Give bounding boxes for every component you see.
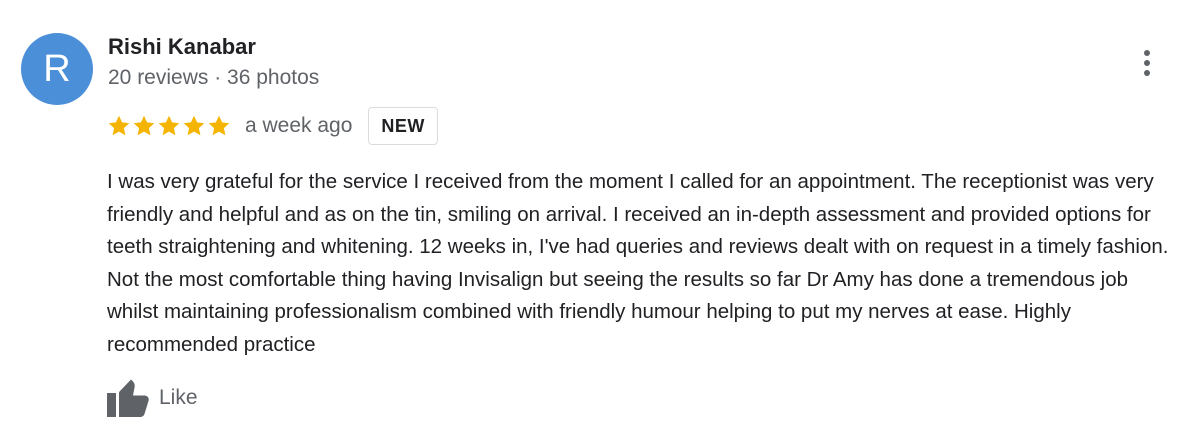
author-name[interactable]: Rishi Kanabar	[108, 34, 256, 60]
like-button[interactable]: Like	[106, 378, 198, 418]
more-options-button[interactable]	[1130, 46, 1164, 80]
thumbs-up-icon	[106, 378, 150, 418]
review-card: R Rishi Kanabar 20 reviews · 36 photos a…	[0, 0, 1200, 432]
like-label: Like	[159, 386, 198, 409]
star-icon	[108, 115, 130, 136]
avatar[interactable]: R	[21, 33, 93, 105]
rating-row: a week ago NEW	[107, 106, 438, 146]
new-badge: NEW	[368, 107, 438, 145]
more-vertical-icon	[1144, 50, 1150, 76]
star-icon	[158, 115, 180, 136]
star-icon	[133, 115, 155, 136]
star-icon	[183, 115, 205, 136]
star-rating	[107, 114, 231, 138]
review-text: I was very grateful for the service I re…	[107, 170, 1169, 356]
review-date: a week ago	[245, 114, 353, 137]
star-icon	[208, 115, 230, 136]
avatar-initial: R	[43, 47, 71, 90]
author-meta[interactable]: 20 reviews · 36 photos	[108, 66, 319, 90]
